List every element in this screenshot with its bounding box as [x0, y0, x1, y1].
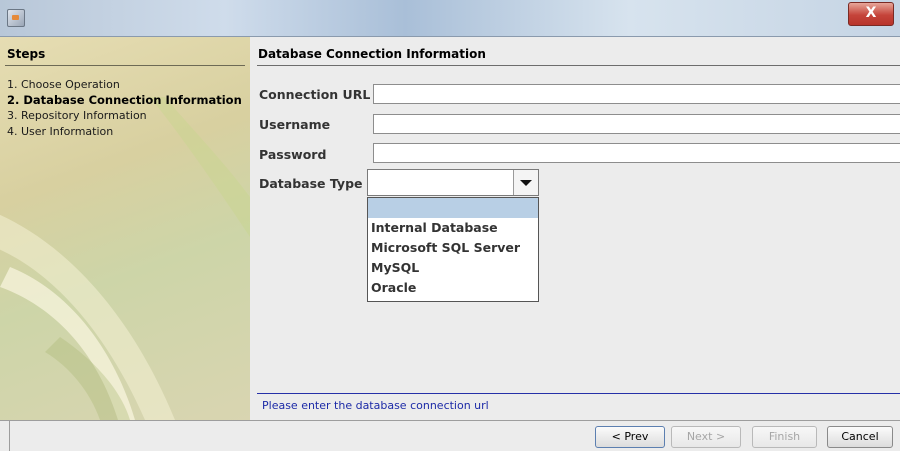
dropdown-option-mysql[interactable]: MySQL: [368, 258, 538, 278]
database-type-label: Database Type: [259, 176, 363, 191]
database-type-dropdown-list: Internal Database Microsoft SQL Server M…: [367, 197, 539, 302]
username-label: Username: [259, 117, 331, 132]
footer-left-divider: [9, 421, 10, 451]
steps-divider: [5, 65, 245, 66]
dropdown-option-internal-database[interactable]: Internal Database: [368, 218, 538, 238]
dropdown-option-oracle[interactable]: Oracle: [368, 278, 538, 298]
status-message: Please enter the database connection url: [262, 399, 489, 412]
status-divider: [257, 393, 900, 394]
steps-list: 1. Choose Operation 2. Database Connecti…: [7, 77, 242, 139]
page-title: Database Connection Information: [258, 47, 486, 61]
next-button[interactable]: Next >: [671, 426, 741, 448]
step-item: 4. User Information: [7, 124, 114, 138]
title-divider: [257, 65, 900, 66]
app-icon: [7, 9, 25, 27]
connection-url-input[interactable]: [373, 84, 900, 104]
steps-panel: Steps 1. Choose Operation 2. Database Co…: [0, 37, 250, 420]
database-type-select[interactable]: [367, 169, 539, 196]
steps-title: Steps: [7, 47, 46, 61]
footer-divider: [0, 420, 900, 421]
password-input[interactable]: [373, 143, 900, 163]
connection-url-label: Connection URL: [259, 87, 371, 102]
step-item-current: 2. Database Connection Information: [7, 92, 242, 107]
step-item: 1. Choose Operation: [7, 78, 120, 91]
username-input[interactable]: [373, 114, 900, 134]
dropdown-option-empty[interactable]: [368, 198, 538, 218]
step-item: 3. Repository Information: [7, 109, 147, 122]
chevron-down-icon[interactable]: [513, 170, 538, 195]
dropdown-option-sql-server[interactable]: Microsoft SQL Server: [368, 238, 538, 258]
finish-button[interactable]: Finish: [752, 426, 817, 448]
cancel-button[interactable]: Cancel: [827, 426, 893, 448]
close-window-button[interactable]: X: [848, 2, 894, 26]
password-label: Password: [259, 147, 327, 162]
prev-button[interactable]: < Prev: [595, 426, 665, 448]
window-title-bar: X: [0, 0, 900, 37]
